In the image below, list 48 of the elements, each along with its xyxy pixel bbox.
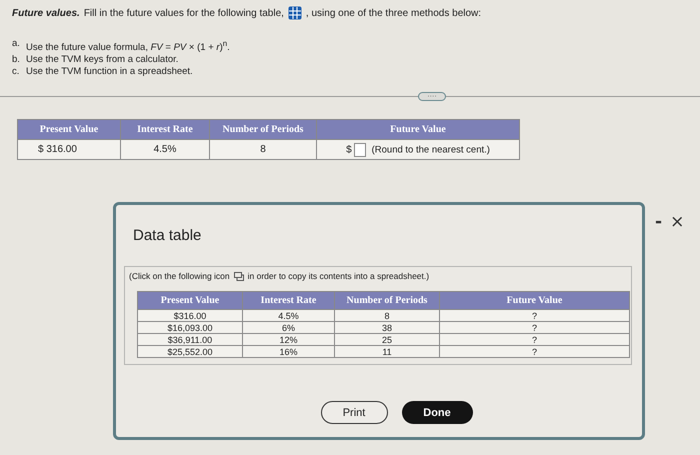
method-text: Use the TVM keys from a calculator. (26, 54, 178, 66)
table-cell: $16,093.00 (138, 322, 242, 334)
column-header: Number of Periods (210, 120, 316, 140)
copy-icon[interactable] (234, 272, 244, 280)
column-header: Interest Rate (242, 292, 334, 310)
table-cell: 6% (242, 322, 334, 334)
table-cell: ? (440, 346, 630, 358)
method-text: Use the TVM function in a spreadsheet. (26, 66, 193, 78)
column-header: Future Value (440, 292, 630, 310)
print-button[interactable]: Print (320, 401, 388, 424)
table-cell: 38 (334, 322, 440, 334)
table-cell: 4.5% (242, 310, 334, 322)
table-cell: 12% (242, 334, 334, 346)
question-title: Future values. (12, 8, 80, 18)
table-cell: 25 (334, 334, 440, 346)
column-header: Present Value (138, 292, 242, 310)
table-cell: 16% (242, 346, 334, 358)
list-letter: a. (12, 38, 21, 51)
question-text: Fill in the future values for the following table, (84, 8, 284, 18)
table-cell: $316.00 (138, 310, 242, 322)
table-cell: 8 (334, 310, 440, 322)
table-cell: $ 316.00 (18, 140, 120, 160)
minimize-button[interactable]: - (655, 212, 662, 232)
currency-sign: $ (346, 144, 352, 156)
note-text: (Click on the following icon (129, 271, 230, 281)
note-text: in order to copy its contents into a spreadsheet.) (248, 271, 430, 281)
hint-text: (Round to the nearest cent.) (372, 144, 490, 156)
done-button[interactable]: Done (402, 401, 472, 424)
answer-field[interactable] (354, 142, 366, 157)
column-header: Future Value (316, 120, 520, 140)
method-text: Use the future value formula, FV = PV × (1 + r)$^{n}$. (26, 38, 230, 54)
close-button[interactable]: × (670, 212, 684, 232)
table-cell: 8 (210, 140, 316, 160)
table-cell: 11 (334, 346, 440, 358)
table-icon[interactable] (288, 6, 302, 20)
table-cell: ? (440, 322, 630, 334)
list-letter: c. (12, 66, 20, 78)
table-cell: $36,911.00 (138, 334, 242, 346)
column-header: Interest Rate (120, 120, 210, 140)
table-cell: ? (440, 334, 630, 346)
column-header: Present Value (18, 120, 120, 140)
table-cell: $25,552.00 (138, 346, 242, 358)
column-header: Number of Periods (334, 292, 440, 310)
dialog-title: Data table (133, 227, 202, 244)
question-text: , using one of the three methods below: (306, 8, 482, 18)
table-cell: ? (440, 310, 630, 322)
list-letter: b. (12, 54, 21, 66)
table-cell: 4.5% (120, 140, 210, 160)
